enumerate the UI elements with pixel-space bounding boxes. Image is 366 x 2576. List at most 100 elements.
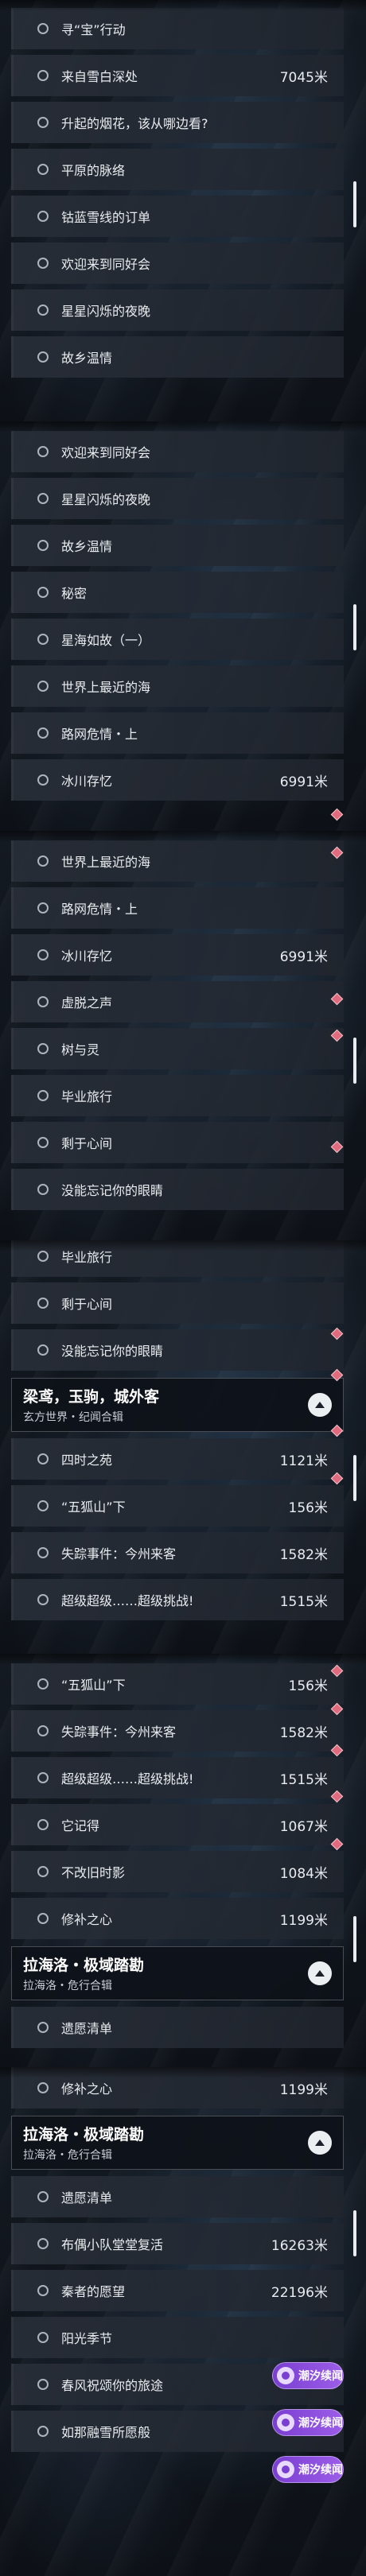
quest-label: 失踪事件：今州来客 [61,1546,177,1562]
quest-distance: 6991米 [279,774,328,790]
quest-row[interactable]: 毕业旅行 [11,1075,344,1116]
quest-circle-icon [37,1725,49,1736]
tidal-news-text: 潮汐续闻 [298,2464,343,2477]
scrollbar-thumb[interactable] [353,181,356,227]
quest-label: 剩于心间 [61,1136,113,1151]
quest-distance: 1582米 [279,1724,328,1741]
collapse-chevron-icon[interactable] [308,2131,332,2155]
quest-row[interactable]: 冰川存忆 6991米 [11,934,344,976]
scrollbar-thumb[interactable] [353,1916,356,1962]
quest-label: 如那融雪所愿般 [61,2425,151,2440]
tidal-news-badge[interactable]: 潮汐续闻 [272,2409,344,2436]
quest-row[interactable]: 遗愿清单 [11,2007,344,2048]
quest-row[interactable]: 世界上最近的海 [11,840,344,882]
tidal-news-badge[interactable]: 潮汐续闻 [272,2362,344,2389]
tidal-news-icon [277,2414,294,2431]
quest-circle-icon [37,1500,49,1511]
quest-row[interactable]: 阳光季节 [11,2317,344,2358]
quest-row[interactable]: 四时之苑 1121米 [11,1438,344,1480]
quest-label: 星星闪烁的夜晚 [61,492,151,507]
quest-row[interactable]: 没能忘记你的眼睛 [11,1169,344,1210]
quest-circle-icon [37,996,49,1007]
quest-circle-icon [37,774,49,786]
quest-row[interactable]: 失踪事件：今州来客 1582米 [11,1710,344,1752]
quest-distance: 1067米 [279,1818,328,1835]
quest-circle-icon [37,2285,49,2296]
quest-label: 路网危情・上 [61,727,138,742]
quest-row[interactable]: 树与灵 [11,1028,344,1069]
quest-circle-icon [37,70,49,81]
quest-circle-icon [37,258,49,269]
quest-row[interactable]: 布偶小队堂堂复活 16263米 [11,2223,344,2264]
tidal-news-icon [277,2367,294,2384]
scrollbar-thumb[interactable] [353,2210,356,2256]
quest-label: 修补之心 [61,2081,113,2097]
quest-row[interactable]: 钴蓝雪线的订单 [11,196,344,237]
top-fade [0,831,366,842]
quest-group-header[interactable]: 梁鸢，玉驹，城外客玄方世界・纪闻合辑 [11,1378,344,1432]
quest-label: 秘密 [61,586,88,601]
scrollbar-thumb[interactable] [353,1038,356,1084]
quest-circle-icon [37,1184,49,1195]
quest-circle-icon [37,634,49,645]
quest-row[interactable]: 剩于心间 [11,1122,344,1163]
quest-row[interactable]: “五狐山”下 156米 [11,1663,344,1705]
quest-row[interactable]: 升起的烟花，该从哪边看? [11,102,344,143]
quest-row[interactable]: 不改旧时影 1084米 [11,1851,344,1892]
quest-row[interactable]: 它记得 1067米 [11,1804,344,1845]
quest-label: 四时之苑 [61,1453,113,1468]
quest-row[interactable]: 平原的脉络 [11,149,344,190]
quest-row[interactable]: 秘密 [11,572,344,613]
quest-row[interactable]: 故乡温情 [11,336,344,378]
top-fade [0,0,366,11]
group-subtitle: 玄方世界・纪闻合辑 [23,1411,123,1424]
quest-distance: 1582米 [279,1546,328,1563]
quest-row[interactable]: 来自雪白深处 7045米 [11,55,344,96]
quest-row[interactable]: 超级超级……超级挑战! 1515米 [11,1757,344,1798]
top-fade [0,421,366,433]
quest-row[interactable]: 遗愿清单 [11,2176,344,2217]
scrollbar-thumb[interactable] [353,1455,356,1501]
quest-row[interactable]: 星海如故（一） [11,619,344,660]
quest-group-header[interactable]: 拉海洛・极域踏勘 拉海洛・危行合辑 [11,2116,344,2170]
quest-group-header[interactable]: 拉海洛・极域踏勘 拉海洛・危行合辑 [11,1946,344,2000]
collapse-chevron-icon[interactable] [308,1393,332,1417]
quest-row[interactable]: 虚脱之声 [11,981,344,1022]
quest-label: 世界上最近的海 [61,680,151,695]
quest-circle-icon [37,727,49,739]
quest-circle-icon [37,493,49,504]
quest-label: 钴蓝雪线的订单 [61,210,151,225]
tidal-news-badge[interactable]: 潮汐续闻 [272,2456,344,2483]
quest-row[interactable]: 失踪事件：今州来客 1582米 [11,1532,344,1573]
quest-label: 星星闪烁的夜晚 [61,304,151,319]
group-title: 梁鸢，玉驹，城外客 [23,1388,160,1406]
quest-circle-icon [37,1913,49,1924]
quest-row[interactable]: 欢迎来到同好会 [11,242,344,284]
scrollbar-thumb[interactable] [353,604,356,650]
quest-label: 路网危情・上 [61,902,138,917]
quest-row[interactable]: 剩于心间 [11,1282,344,1324]
quest-row[interactable]: 星星闪烁的夜晚 [11,478,344,519]
quest-row[interactable]: 路网危情・上 [11,887,344,929]
quest-row[interactable]: “五狐山”下 156米 [11,1485,344,1527]
quest-row[interactable]: 超级超级……超级挑战! 1515米 [11,1579,344,1620]
quest-label: 冰川存忆 [61,949,113,964]
quest-label: 修补之心 [61,1912,113,1927]
quest-row[interactable]: 世界上最近的海 [11,665,344,707]
quest-distance: 1515米 [279,1771,328,1788]
quest-row[interactable]: 路网危情・上 [11,712,344,754]
quest-row[interactable]: 寻“宝”行动 [11,8,344,49]
quest-row[interactable]: 没能忘记你的眼睛 [11,1329,344,1371]
quest-distance: 7045米 [279,69,328,86]
quest-circle-icon [37,855,49,867]
quest-row[interactable]: 冰川存忆 6991米 [11,759,344,801]
quest-row[interactable]: 星星闪烁的夜晚 [11,289,344,331]
quest-label: 没能忘记你的眼睛 [61,1344,164,1359]
quest-row[interactable]: 秦者的愿望 22196米 [11,2270,344,2311]
quest-row[interactable]: 故乡温情 [11,525,344,566]
quest-row[interactable]: 修补之心 1199米 [11,1898,344,1939]
quest-row[interactable]: 欢迎来到同好会 [11,431,344,472]
collapse-chevron-icon[interactable] [308,1961,332,1985]
quest-label: 秦者的愿望 [61,2284,126,2299]
quest-label: 故乡温情 [61,351,113,366]
